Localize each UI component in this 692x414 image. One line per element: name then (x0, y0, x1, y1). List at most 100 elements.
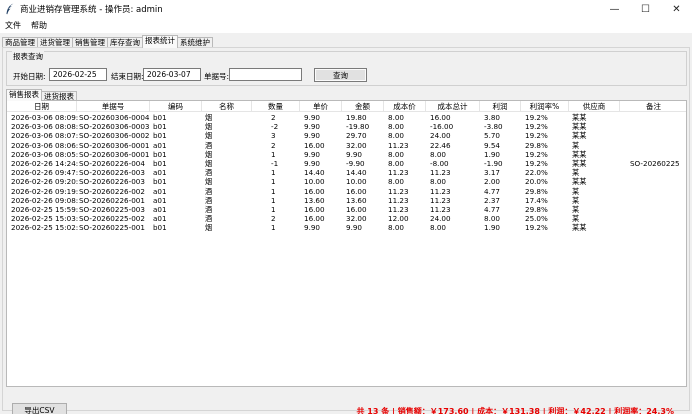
table-cell: -8.00 (430, 159, 449, 168)
table-cell: SO-20260306-0003 (79, 122, 150, 132)
table-cell: a01 (153, 140, 167, 150)
table-cell: 11.23 (388, 168, 409, 178)
tab-sales-report[interactable]: 销售报表 (6, 89, 42, 101)
table-cell: b01 (153, 122, 167, 132)
column-header[interactable]: 成本总计 (426, 101, 480, 112)
table-cell: 8.00 (430, 177, 447, 187)
column-header[interactable]: 单价 (300, 101, 342, 112)
table-cell: 10.00 (346, 177, 367, 187)
table-cell: 2026-03-06 08:06: (11, 140, 79, 150)
table-cell: -19.80 (346, 122, 370, 132)
table-cell: 烟 (205, 122, 213, 132)
column-header[interactable]: 日期 (7, 101, 77, 112)
order-no-input[interactable] (229, 68, 302, 81)
table-cell: -3.80 (484, 122, 503, 132)
table-cell: SO-20260226-001 (79, 195, 145, 205)
table-row[interactable]: 2026-03-06 08:07: SO-20260306-0002 b01 烟 3 9.… (7, 131, 686, 141)
table-cell: -9.90 (346, 159, 365, 168)
table-cell: 2026-03-06 08:09: (11, 113, 79, 122)
table-cell: 烟 (205, 131, 213, 141)
table-cell: b01 (153, 159, 167, 168)
main-area: 商品管理 进货管理 销售管理 库存查询 报表统计 系统维护 报表查询 开始日期:… (0, 33, 692, 414)
table-cell: 酒 (205, 186, 213, 196)
table-cell: 16.00 (304, 205, 325, 214)
table-row[interactable]: 2026-02-26 09:19: SO-20260226-002 a01 酒 1 16.… (7, 186, 686, 196)
column-header[interactable]: 成本价 (384, 101, 426, 112)
table-cell: 某 (572, 214, 580, 224)
table-cell: 1 (271, 149, 276, 159)
table-cell: SO-20260226-003 (79, 177, 145, 187)
table-row[interactable]: 2026-02-25 15:59: SO-20260225-003 a01 酒 1 16.… (7, 205, 686, 214)
end-date-label: 结束日期: (111, 72, 144, 81)
column-header[interactable]: 供应商 (569, 101, 620, 112)
table-row[interactable]: 2026-03-06 08:06: SO-20260306-0001 a01 酒 2 16… (7, 140, 686, 150)
table-cell: 某某 (572, 131, 587, 141)
table-cell: 9.90 (346, 149, 363, 159)
column-header[interactable]: 数量 (252, 101, 300, 112)
minimize-button[interactable]: — (599, 0, 630, 18)
table-cell: 12.00 (388, 214, 409, 224)
column-header[interactable]: 利润率% (521, 101, 569, 112)
table-row[interactable]: 2026-02-26 14:24: SO-20260226-004 b01 烟 -1 9.… (7, 159, 686, 168)
table-row[interactable]: 2026-03-06 08:05: SO-20260306-0001 b01 烟 1 9.… (7, 149, 686, 159)
column-header[interactable]: 利润 (480, 101, 521, 112)
query-button[interactable]: 查询 (314, 68, 367, 82)
column-header[interactable]: 备注 (620, 101, 686, 112)
table-row[interactable]: 2026-02-26 09:08: SO-20260226-001 a01 酒 1 13.… (7, 195, 686, 205)
table-row[interactable]: 2026-03-06 08:08: SO-20260306-0003 b01 烟 -2 9… (7, 122, 686, 132)
table-cell: 8.00 (388, 177, 405, 187)
table-cell: 2 (271, 140, 276, 150)
table-cell: 14.40 (346, 168, 367, 178)
table-cell: 某 (572, 195, 580, 205)
table-cell: 11.23 (430, 186, 451, 196)
table-cell: 某某 (572, 113, 587, 122)
table-cell: 烟 (205, 113, 213, 122)
column-header[interactable]: 金额 (342, 101, 384, 112)
table-cell: 9.90 (304, 159, 321, 168)
table-cell: 某 (572, 140, 580, 150)
table-cell: 2 (271, 113, 276, 122)
export-csv-button[interactable]: 导出CSV (12, 403, 67, 414)
start-date-input[interactable] (49, 68, 107, 81)
table-cell: 酒 (205, 195, 213, 205)
tab-reports[interactable]: 报表统计 (142, 35, 178, 48)
table-cell: 2026-02-26 09:20: (11, 177, 79, 187)
table-row[interactable]: 2026-02-26 09:47: SO-20260226-003 a01 酒 1 14.… (7, 168, 686, 178)
table-cell: 16.00 (346, 186, 367, 196)
table-row[interactable]: 2026-02-25 15:03: SO-20260225-002 a01 酒 2 16.… (7, 214, 686, 224)
feather-icon (6, 3, 14, 15)
close-button[interactable]: ✕ (661, 0, 692, 18)
table-cell: 16.00 (304, 140, 325, 150)
maximize-button[interactable]: ☐ (630, 0, 661, 18)
table-cell: 8.00 (430, 223, 447, 233)
table-cell: 2026-03-06 08:05: (11, 149, 79, 159)
column-header[interactable]: 编码 (150, 101, 202, 112)
menu-bar: 文件 帮助 (0, 18, 692, 32)
table-cell: 某某 (572, 122, 587, 132)
table-cell: 9.90 (304, 149, 321, 159)
column-header[interactable]: 单据号 (77, 101, 150, 112)
title-bar: 商业进销存管理系统 - 操作员: admin — ☐ ✕ (0, 0, 692, 18)
menu-help[interactable]: 帮助 (26, 20, 52, 31)
table-cell: SO-20260306-0001 (79, 140, 150, 150)
sales-report-table[interactable]: 日期 单据号 编码 名称 数量 单价 金额 成本价 成本总计 利润 利润率% 供应商 备注 2026-0… (6, 100, 687, 387)
table-cell: a01 (153, 186, 167, 196)
table-cell: 11.23 (388, 195, 409, 205)
table-header: 日期 单据号 编码 名称 数量 单价 金额 成本价 成本总计 利润 利润率% 供应商 备注 (7, 101, 686, 112)
table-cell: 某 (572, 205, 580, 214)
end-date-input[interactable] (143, 68, 201, 81)
table-row[interactable]: 2026-02-25 15:02: SO-20260225-001 b01 烟 1 9.9… (7, 223, 686, 233)
table-cell: SO-20260306-0001 (79, 149, 150, 159)
table-cell: 9.54 (484, 140, 501, 150)
table-row[interactable]: 2026-03-06 08:09: SO-20260306-0004 b01 烟 2 9.… (7, 113, 686, 122)
table-row[interactable]: 2026-02-26 09:20: SO-20260226-003 b01 烟 1 10.… (7, 177, 686, 187)
table-cell: 32.00 (346, 214, 367, 224)
table-cell: 2026-02-26 09:08: (11, 195, 79, 205)
table-cell: b01 (153, 113, 167, 122)
window-title: 商业进销存管理系统 - 操作员: admin (20, 5, 163, 15)
menu-file[interactable]: 文件 (0, 20, 26, 31)
table-cell: 某某 (572, 159, 587, 168)
table-cell: SO-20260226-002 (79, 186, 145, 196)
table-cell: -16.00 (430, 122, 454, 132)
column-header[interactable]: 名称 (202, 101, 252, 112)
